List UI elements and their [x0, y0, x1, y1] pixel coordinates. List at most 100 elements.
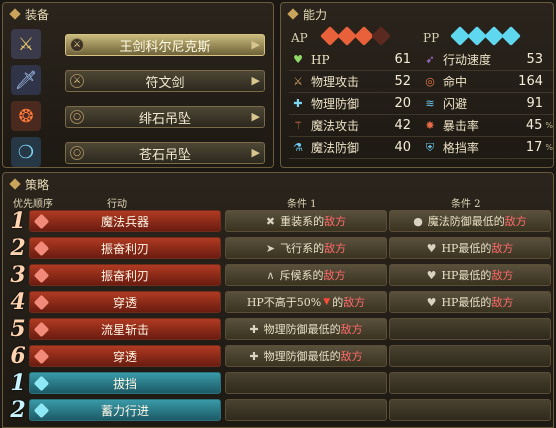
- condition-text: HP最低的: [441, 269, 492, 282]
- condition1-button[interactable]: HP不高于50% ▼ 的敌方: [225, 291, 387, 313]
- strategy-row[interactable]: 3 振奋利刃 ∧ 斥候系的 敌方 ♥ HP最低的 敌方: [3, 262, 555, 288]
- condition-text: 物理防御最低的: [263, 350, 341, 363]
- crit-icon: ✸: [425, 118, 435, 132]
- condition1-button[interactable]: [225, 399, 387, 421]
- condition2-button[interactable]: [389, 372, 551, 394]
- priority-number: 4: [10, 289, 26, 315]
- gem-icon: [33, 375, 50, 392]
- action-button[interactable]: 流星斩击: [29, 318, 221, 340]
- red-pendant-icon: ❂: [11, 101, 41, 131]
- stat-row: ♥ HP 61: [289, 49, 421, 71]
- strategy-row[interactable]: 4 穿透 HP不高于50% ▼ 的敌方 ♥ HP最低的 敌方: [3, 289, 555, 315]
- condition1-button[interactable]: ✚ 物理防御最低的 敌方: [225, 318, 387, 340]
- condition-icon: ✖: [265, 214, 276, 228]
- stat-value: 53: [526, 52, 543, 67]
- condition2-button[interactable]: ♥ HP最低的 敌方: [389, 291, 551, 313]
- stat-value: 45: [525, 118, 543, 133]
- condition-target: 敌方: [491, 269, 514, 282]
- blue-pendant-icon: ❍: [11, 137, 41, 167]
- equipment-row[interactable]: ❍ ○ 苍石吊坠 ▶: [11, 135, 269, 169]
- action-label: 穿透: [112, 349, 137, 364]
- equipment-row[interactable]: ❂ ○ 绯石吊坠 ▶: [11, 99, 269, 133]
- equipment-name: 王剑科尔尼克斯: [119, 39, 211, 55]
- sword-icon: ⚔: [11, 29, 41, 59]
- pp-gem-icon: [501, 26, 521, 46]
- condition-text: 魔法防御最低的: [427, 215, 505, 228]
- header-cond1: 条件 1: [287, 199, 317, 210]
- priority-number: 1: [10, 208, 26, 234]
- condition-text: 斥候系的: [279, 269, 324, 282]
- equipment-slot-button[interactable]: ○ 绯石吊坠 ▶: [65, 106, 265, 128]
- strategy-row[interactable]: 1 拔挡: [3, 370, 555, 396]
- equipment-slot-button[interactable]: ○ 苍石吊坠 ▶: [65, 142, 265, 164]
- strategy-row[interactable]: 2 蓄力行进: [3, 397, 555, 423]
- action-button[interactable]: 穿透: [29, 345, 221, 367]
- action-button[interactable]: 拔挡: [29, 372, 221, 394]
- action-label: 流星斩击: [100, 322, 149, 337]
- equipment-slot-button[interactable]: ⚔ 符文剑 ▶: [65, 70, 265, 92]
- equipment-name: 绯石吊坠: [138, 111, 191, 127]
- condition2-button[interactable]: ♥ HP最低的 敌方: [389, 264, 551, 286]
- speed-icon: ➶: [425, 52, 435, 66]
- action-button[interactable]: 振奋利刃: [29, 264, 221, 286]
- condition1-button[interactable]: ∧ 斥候系的 敌方: [225, 264, 387, 286]
- stat-label: 命中: [443, 75, 468, 89]
- gem-icon: [33, 402, 50, 419]
- condition-text: 飞行系的: [280, 242, 325, 255]
- condition-text: HP最低的: [441, 296, 492, 309]
- equipment-row[interactable]: 🗡 ⚔ 符文剑 ▶: [11, 63, 269, 97]
- priority-number: 2: [10, 235, 26, 261]
- strategy-row[interactable]: 1 魔法兵器 ✖ 重装系的 敌方 ● 魔法防御最低的 敌方: [3, 208, 555, 234]
- gem-icon: [33, 294, 50, 311]
- condition2-button[interactable]: ● 魔法防御最低的 敌方: [389, 210, 551, 232]
- action-label: 穿透: [112, 295, 137, 310]
- sword-slot-icon: ⚔: [70, 74, 84, 88]
- strategy-row[interactable]: 5 流星斩击 ✚ 物理防御最低的 敌方: [3, 316, 555, 342]
- sword-slot-icon: ⚔: [70, 38, 84, 52]
- stat-label: 行动速度: [443, 53, 492, 67]
- gem-icon: [33, 213, 50, 230]
- condition1-button[interactable]: ✖ 重装系的 敌方: [225, 210, 387, 232]
- chevron-right-icon: ▶: [251, 146, 260, 159]
- strategy-row[interactable]: 6 穿透 ✚ 物理防御最低的 敌方: [3, 343, 555, 369]
- action-label: 拔挡: [112, 376, 137, 391]
- equipment-slot-button[interactable]: ⚔ 王剑科尔尼克斯 ▶: [65, 34, 265, 56]
- action-button[interactable]: 蓄力行进: [29, 399, 221, 421]
- stat-row: ⚔ 物理攻击 52: [289, 71, 421, 93]
- stats-title: 能力: [303, 8, 328, 22]
- stat-label: 物理防御: [311, 97, 360, 111]
- stats-panel: 能力 AP PP ♥ HP 61 ⚔ 物理攻击 52 ✚ 物理防御 20 ⚚ 魔法攻击 42 ⚗ 魔法防御…: [280, 2, 554, 168]
- condition2-button[interactable]: [389, 318, 551, 340]
- condition-text: HP最低的: [441, 242, 492, 255]
- action-label: 蓄力行进: [100, 403, 149, 418]
- condition2-button[interactable]: [389, 399, 551, 421]
- condition-target: 敌方: [504, 215, 527, 228]
- condition-target: 敌方: [343, 296, 366, 309]
- strategy-row[interactable]: 2 振奋利刃 ➤ 飞行系的 敌方 ♥ HP最低的 敌方: [3, 235, 555, 261]
- action-button[interactable]: 振奋利刃: [29, 237, 221, 259]
- stat-value: 40: [394, 140, 411, 155]
- action-label: 振奋利刃: [100, 241, 149, 256]
- condition1-button[interactable]: ➤ 飞行系的 敌方: [225, 237, 387, 259]
- gem-icon: [33, 240, 50, 257]
- condition-target: 敌方: [340, 323, 363, 336]
- action-label: 魔法兵器: [100, 214, 149, 229]
- stat-value: 20: [394, 96, 411, 111]
- condition1-button[interactable]: ✚ 物理防御最低的 敌方: [225, 345, 387, 367]
- stat-row: ✸ 暴击率 45%: [421, 115, 553, 137]
- stat-label: 魔法防御: [311, 141, 360, 155]
- stat-row: ◎ 命中 164: [421, 71, 553, 93]
- equipment-row[interactable]: ⚔ ⚔ 王剑科尔尼克斯 ▶: [11, 27, 269, 61]
- condition-target: 敌方: [324, 242, 347, 255]
- action-button[interactable]: 穿透: [29, 291, 221, 313]
- condition-icon: ∧: [266, 268, 275, 282]
- condition1-button[interactable]: [225, 372, 387, 394]
- action-button[interactable]: 魔法兵器: [29, 210, 221, 232]
- condition2-button[interactable]: [389, 345, 551, 367]
- condition2-button[interactable]: ♥ HP最低的 敌方: [389, 237, 551, 259]
- equipment-name: 苍石吊坠: [138, 147, 191, 163]
- condition-text: 重装系的: [280, 215, 325, 228]
- stat-value: 164: [518, 74, 543, 89]
- condition-target: 敌方: [324, 215, 347, 228]
- ap-gem-icon: [371, 26, 391, 46]
